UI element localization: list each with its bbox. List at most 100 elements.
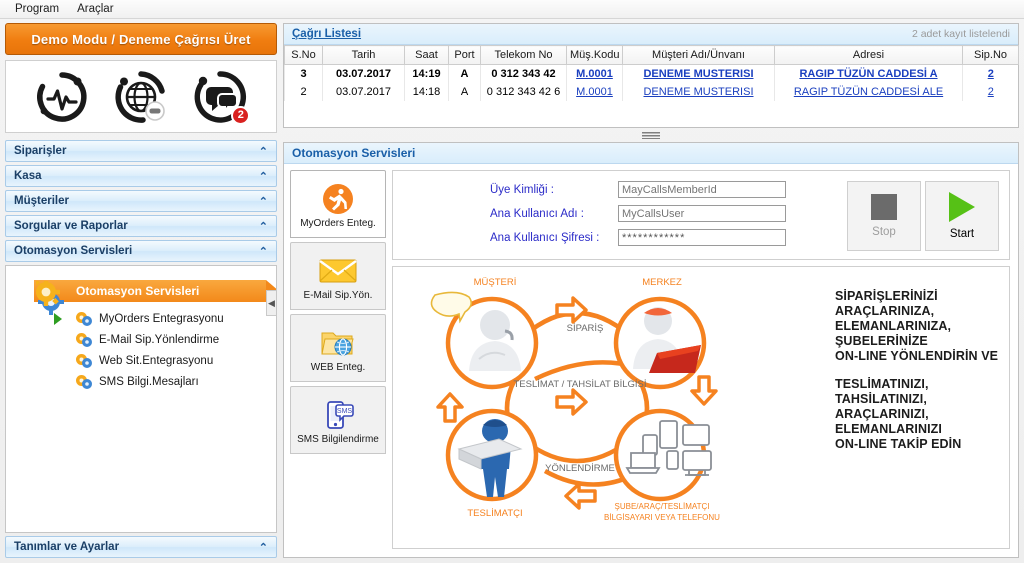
call-list-table: S.No Tarih Saat Port Telekom No Müş.Kodu…: [284, 45, 1019, 101]
service-tab-label: SMS Bilgilendirme: [297, 433, 379, 445]
sidebar-item-siparisler[interactable]: Siparişler ⌃: [5, 140, 277, 162]
service-tab-sms[interactable]: SMS SMS Bilgilendirme: [290, 386, 386, 454]
chevron-up-icon: ⌃: [258, 541, 268, 554]
service-node-icon: [74, 332, 94, 348]
sidebar-item-musteriler[interactable]: Müşteriler ⌃: [5, 190, 277, 212]
cell-adresi[interactable]: RAGIP TÜZÜN CADDESİ A: [774, 64, 963, 83]
column-header-musteri-adi[interactable]: Müşteri Adı/Ünvanı: [622, 45, 775, 65]
chat-unread-badge: 2: [231, 105, 251, 125]
services-body: MyOrders Enteg. E-Mail Sip.Yön. WEB Ente…: [284, 164, 1018, 557]
sidebar-item-tanimlar-ve-ayarlar[interactable]: Tanımlar ve Ayarlar ⌃: [5, 536, 277, 558]
column-header-tarih[interactable]: Tarih: [322, 45, 405, 65]
sidebar-item-label: Siparişler: [14, 145, 67, 157]
call-list-title[interactable]: Çağrı Listesi: [292, 28, 361, 40]
uye-kimligi-input[interactable]: [618, 181, 786, 198]
credentials-form: Üye Kimliği : Ana Kullanıcı Adı : Ana Ku…: [392, 170, 1010, 260]
diagram-label-routing: YÖNLENDİRME: [545, 463, 615, 474]
demo-mode-button[interactable]: Demo Modu / Deneme Çağrısı Üret: [5, 23, 277, 55]
stop-button-label: Stop: [872, 226, 896, 238]
tree-header-otomasyon-servisleri[interactable]: Otomasyon Servisleri: [32, 278, 276, 315]
menu-item-araclar[interactable]: Araçlar: [68, 1, 122, 17]
tree-item-label: Web Sit.Entegrasyonu: [99, 354, 214, 367]
cell-sip-no[interactable]: 2: [962, 64, 1019, 83]
svg-text:SMS: SMS: [337, 408, 353, 415]
cell-musteri-adi[interactable]: DENEME MUSTERISI: [622, 82, 775, 101]
ana-kullanici-adi-input[interactable]: [618, 205, 786, 222]
chevron-up-icon: ⌃: [258, 195, 268, 208]
sidebar-collapse-handle[interactable]: ◀: [266, 290, 276, 316]
service-tab-label: E-Mail Sip.Yön.: [303, 289, 373, 301]
workflow-diagram: MÜŞTERİ MERKEZ SİPARİŞ TESLİMAT / TAHSİL…: [417, 273, 737, 530]
sidebar-item-sorgular-ve-raporlar[interactable]: Sorgular ve Raporlar ⌃: [5, 215, 277, 237]
field-label-ana-kullanici-sifresi: Ana Kullanıcı Şifresi :: [490, 231, 600, 244]
field-row-uye-kimligi: Üye Kimliği :: [490, 181, 786, 198]
panel-splitter[interactable]: [283, 128, 1019, 142]
sidebar-item-otomasyon-servisleri[interactable]: Otomasyon Servisleri ⌃: [5, 240, 277, 262]
sidebar: Demo Modu / Deneme Çağrısı Üret 2 Sipari…: [5, 23, 277, 558]
start-button[interactable]: Start: [925, 181, 999, 251]
column-header-telekom-no[interactable]: Telekom No: [480, 45, 567, 65]
cell-adresi[interactable]: RAGIP TÜZÜN CADDESİ ALE: [774, 82, 963, 101]
table-row[interactable]: 3 03.07.2017 14:19 A 0 312 343 42 M.0001…: [284, 64, 1019, 83]
sidebar-item-label: Kasa: [14, 170, 42, 182]
column-header-saat[interactable]: Saat: [404, 45, 449, 65]
cell-sip-no[interactable]: 2: [962, 82, 1019, 101]
field-row-ana-kullanici-sifresi: Ana Kullanıcı Şifresi :: [490, 229, 786, 246]
service-tab-list: MyOrders Enteg. E-Mail Sip.Yön. WEB Ente…: [290, 170, 386, 549]
chevron-up-icon: ⌃: [258, 145, 268, 158]
envelope-icon: [319, 252, 357, 290]
tree-item-myorders-entegrasyonu[interactable]: MyOrders Entegrasyonu: [74, 308, 276, 329]
cell-mus-kodu[interactable]: M.0001: [566, 82, 623, 101]
tree-item-label: MyOrders Entegrasyonu: [99, 312, 224, 325]
sidebar-item-kasa[interactable]: Kasa ⌃: [5, 165, 277, 187]
cell-sno: 2: [284, 82, 323, 101]
promo-paragraph-1: SİPARİŞLERİNİZİ ARAÇLARINIZA, ELEMANLARI…: [835, 289, 999, 363]
globe-disconnected-icon[interactable]: [113, 69, 169, 125]
diagram-label-devices-2: BİLGİSAYARI VEYA TELEFONU: [604, 513, 720, 522]
cell-saat: 14:18: [404, 82, 449, 101]
column-header-port[interactable]: Port: [448, 45, 481, 65]
service-node-icon: [74, 353, 94, 369]
call-list-header: Çağrı Listesi 2 adet kayıt listelendi: [284, 24, 1018, 45]
service-node-icon: [74, 374, 94, 390]
cell-musteri-adi[interactable]: DENEME MUSTERISI: [622, 64, 775, 83]
column-header-sno[interactable]: S.No: [284, 45, 323, 65]
column-header-adresi[interactable]: Adresi: [774, 45, 963, 65]
status-icon-bar: 2: [5, 60, 277, 133]
column-header-sip-no[interactable]: Sip.No: [962, 45, 1019, 65]
cell-port: A: [448, 64, 481, 83]
cell-tarih: 03.07.2017: [322, 82, 405, 101]
tree-item-web-sit-entegrasyonu[interactable]: Web Sit.Entegrasyonu: [74, 350, 276, 371]
sms-phone-icon: SMS: [322, 396, 354, 434]
tree-item-sms-bilgi-mesajlari[interactable]: SMS Bilgi.Mesajları: [74, 371, 276, 392]
diagram-label-devices-1: ŞUBE/ARAÇ/TESLİMATÇI: [615, 502, 710, 511]
service-tab-email[interactable]: E-Mail Sip.Yön.: [290, 242, 386, 310]
sidebar-item-label: Tanımlar ve Ayarlar: [14, 541, 120, 553]
application-window: Program Araçlar Demo Modu / Deneme Çağrı…: [0, 0, 1024, 563]
pulse-monitor-icon[interactable]: [34, 69, 90, 125]
ana-kullanici-sifresi-input[interactable]: [618, 229, 786, 246]
service-tab-web[interactable]: WEB Enteg.: [290, 314, 386, 382]
table-row[interactable]: 2 03.07.2017 14:18 A 0 312 343 42 6 M.00…: [284, 82, 1019, 101]
diagram-label-delivery: TESLİMAT / TAHSİLAT BİLGİSİ: [513, 379, 646, 390]
services-panel-title: Otomasyon Servisleri: [292, 146, 416, 160]
menu-item-program[interactable]: Program: [6, 1, 68, 17]
table-header-row: S.No Tarih Saat Port Telekom No Müş.Kodu…: [284, 45, 1019, 65]
cell-port: A: [448, 82, 481, 101]
chat-messages-icon[interactable]: 2: [192, 69, 251, 125]
cell-mus-kodu[interactable]: M.0001: [566, 64, 623, 83]
column-header-mus-kodu[interactable]: Müş.Kodu: [566, 45, 623, 65]
service-tab-myorders[interactable]: MyOrders Enteg.: [290, 170, 386, 238]
field-row-ana-kullanici-adi: Ana Kullanıcı Adı :: [490, 205, 786, 222]
diagram-label-courier: TESLİMATÇI: [467, 508, 522, 519]
field-label-ana-kullanici-adi: Ana Kullanıcı Adı :: [490, 207, 584, 220]
stop-button[interactable]: Stop: [847, 181, 921, 251]
promo-text: SİPARİŞLERİNİZİ ARAÇLARINIZA, ELEMANLARI…: [835, 289, 1009, 465]
cell-telekom-no: 0 312 343 42 6: [480, 82, 567, 101]
cell-tarih: 03.07.2017: [322, 64, 405, 83]
cell-sno: 3: [284, 64, 323, 83]
cell-saat: 14:19: [404, 64, 449, 83]
splitter-grip-icon[interactable]: [642, 131, 660, 139]
tree-header-label: Otomasyon Servisleri: [76, 284, 200, 298]
tree-item-email-sip-yonlendirme[interactable]: E-Mail Sip.Yönlendirme: [74, 329, 276, 350]
